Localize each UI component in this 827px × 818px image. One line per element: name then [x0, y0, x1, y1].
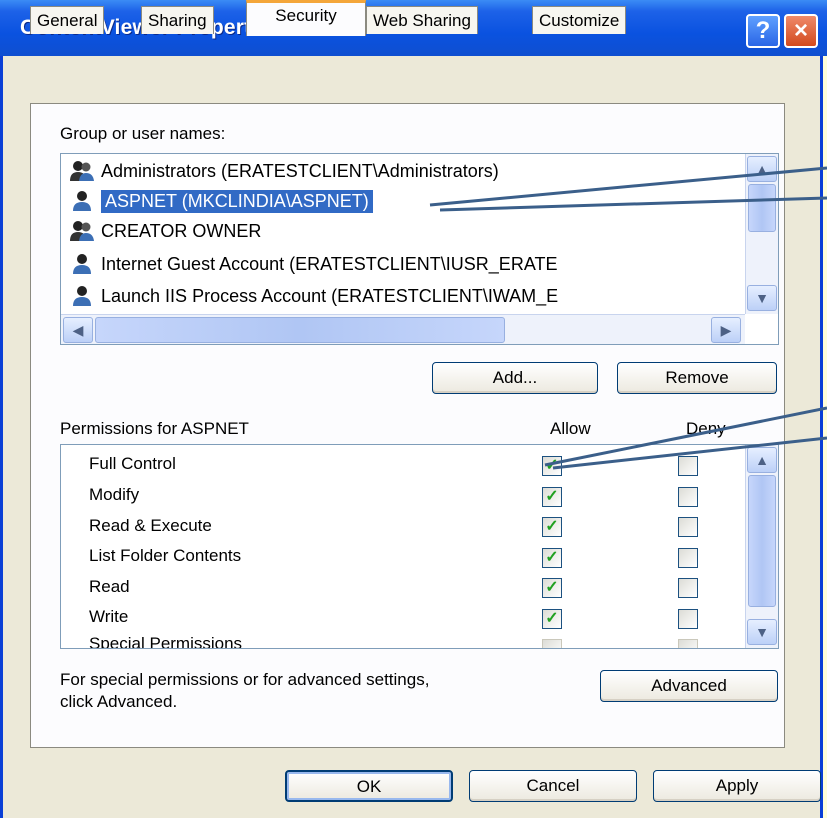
list-item[interactable]: Launch IIS Process Account (ERATESTCLIEN… — [69, 281, 558, 311]
permission-name: Read — [89, 577, 130, 596]
group-icon — [70, 221, 94, 241]
advanced-note-line2: click Advanced. — [60, 692, 178, 711]
permission-name: List Folder Contents — [89, 546, 242, 565]
chevron-up-icon: ▲ — [755, 161, 769, 177]
user-icon — [73, 191, 91, 211]
list-item-label: Launch IIS Process Account (ERATESTCLIEN… — [101, 285, 559, 306]
scroll-up-button[interactable]: ▲ — [747, 156, 777, 182]
deny-checkbox-write[interactable] — [678, 609, 698, 629]
permission-name: Full Control — [89, 454, 176, 473]
checkmark-icon: ✓ — [545, 610, 559, 627]
deny-checkbox-modify[interactable] — [678, 487, 698, 507]
group-list-hscroll[interactable]: ◀ ▶ — [61, 314, 745, 344]
close-icon: × — [793, 17, 808, 44]
allow-checkbox-modify[interactable]: ✓ — [542, 487, 562, 507]
tab-label: Customize — [539, 11, 620, 30]
tab-label: Web Sharing — [373, 11, 471, 30]
checkmark-icon: ✓ — [545, 457, 559, 474]
tab-label: General — [37, 11, 98, 30]
list-item-label: CREATOR OWNER — [101, 220, 262, 241]
scroll-right-button[interactable]: ▶ — [711, 317, 741, 343]
deny-checkbox-list-folder[interactable] — [678, 548, 698, 568]
cancel-button[interactable]: Cancel — [469, 770, 637, 802]
allow-checkbox-list-folder[interactable]: ✓ — [542, 548, 562, 568]
group-user-list[interactable]: Administrators (ERATESTCLIENT\Administra… — [60, 153, 779, 345]
list-item-selected[interactable]: ASPNET (MKCLINDIA\ASPNET) — [69, 186, 373, 216]
chevron-left-icon: ◀ — [72, 322, 84, 338]
advanced-button[interactable]: Advanced — [600, 670, 778, 702]
tab-web-sharing[interactable]: Web Sharing — [366, 6, 478, 34]
allow-checkbox-write[interactable]: ✓ — [542, 609, 562, 629]
allow-checkbox-read[interactable]: ✓ — [542, 578, 562, 598]
list-item[interactable]: Administrators (ERATESTCLIENT\Administra… — [69, 156, 499, 186]
list-item[interactable]: CREATOR OWNER — [69, 216, 261, 246]
chevron-down-icon: ▼ — [755, 290, 769, 306]
help-button[interactable]: ? — [746, 14, 780, 48]
permission-name: Read & Execute — [89, 516, 212, 535]
chevron-right-icon: ▶ — [720, 322, 732, 338]
scroll-down-button[interactable]: ▼ — [747, 285, 777, 311]
close-button[interactable]: × — [784, 14, 818, 48]
scroll-down-button[interactable]: ▼ — [747, 619, 777, 645]
tab-label: Security — [275, 6, 337, 25]
permissions-vscroll[interactable]: ▲ ▼ — [745, 445, 778, 648]
checkmark-icon: ✓ — [545, 488, 559, 505]
tab-security[interactable]: Security — [246, 0, 366, 36]
chevron-up-icon: ▲ — [755, 452, 769, 468]
permission-name: Write — [89, 607, 129, 626]
allow-checkbox-full-control[interactable]: ✓ — [542, 456, 562, 476]
chevron-down-icon: ▼ — [755, 624, 769, 640]
group-icon — [70, 161, 94, 181]
permissions-label: Permissions for ASPNET — [60, 419, 249, 438]
checkmark-icon: ✓ — [545, 518, 559, 535]
apply-button[interactable]: Apply — [653, 770, 821, 802]
checkmark-icon: ✓ — [545, 579, 559, 596]
allow-checkbox-read-execute[interactable]: ✓ — [542, 517, 562, 537]
advanced-note-line1: For special permissions or for advanced … — [60, 670, 430, 689]
ok-button[interactable]: OK — [285, 770, 453, 802]
tab-sharing[interactable]: Sharing — [141, 6, 214, 34]
group-list-label: Group or user names: — [60, 124, 226, 143]
deny-column-header: Deny — [686, 419, 726, 438]
hscroll-thumb[interactable] — [95, 317, 505, 343]
user-icon — [73, 254, 91, 274]
deny-checkbox-read[interactable] — [678, 578, 698, 598]
list-item-label: ASPNET (MKCLINDIA\ASPNET) — [101, 189, 373, 213]
group-list-vscroll[interactable]: ▲ ▼ — [745, 154, 778, 314]
allow-checkbox-special[interactable] — [542, 639, 562, 648]
scroll-thumb[interactable] — [748, 475, 776, 607]
add-button[interactable]: Add... — [432, 362, 598, 394]
deny-checkbox-special[interactable] — [678, 639, 698, 648]
deny-checkbox-read-execute[interactable] — [678, 517, 698, 537]
tab-customize[interactable]: Customize — [532, 6, 627, 34]
permission-name: Special Permissions — [89, 634, 243, 649]
user-icon — [73, 286, 91, 306]
tab-label: Sharing — [148, 11, 207, 30]
list-item[interactable]: Internet Guest Account (ERATESTCLIENT\IU… — [69, 249, 558, 279]
scroll-up-button[interactable]: ▲ — [747, 447, 777, 473]
tab-general[interactable]: General — [30, 6, 105, 34]
checkmark-icon: ✓ — [545, 549, 559, 566]
list-item-label: Administrators (ERATESTCLIENT\Administra… — [101, 160, 499, 181]
remove-button[interactable]: Remove — [617, 362, 777, 394]
permissions-list[interactable]: Full Control Modify Read & Execute List … — [60, 444, 779, 649]
allow-column-header: Allow — [550, 419, 591, 438]
question-mark-icon: ? — [755, 17, 771, 44]
permission-name: Modify — [89, 485, 140, 504]
list-item-label: Internet Guest Account (ERATESTCLIENT\IU… — [101, 253, 558, 274]
scroll-left-button[interactable]: ◀ — [63, 317, 93, 343]
scroll-thumb[interactable] — [748, 184, 776, 232]
deny-checkbox-full-control[interactable] — [678, 456, 698, 476]
